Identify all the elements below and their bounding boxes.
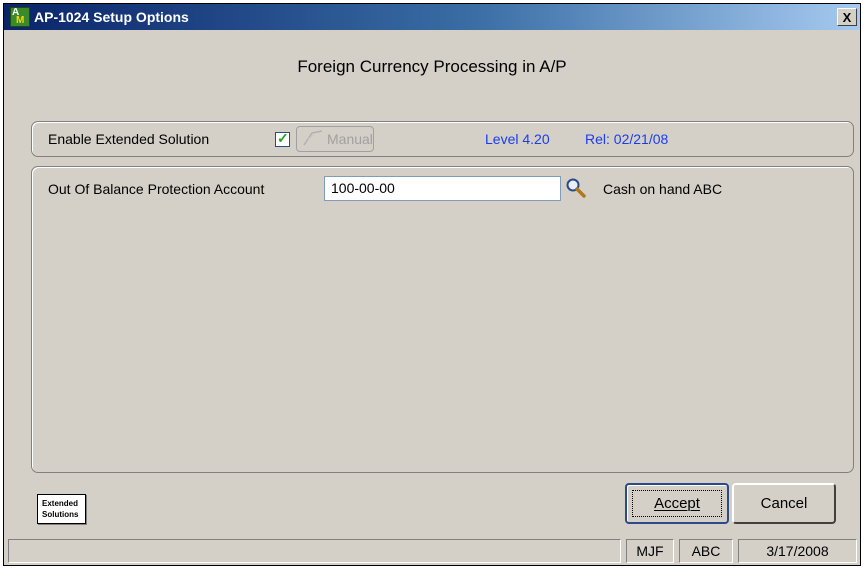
accept-button[interactable]: Accept	[625, 483, 729, 524]
close-button[interactable]: X	[837, 8, 857, 26]
setup-options-window: AM AP-1024 Setup Options X Foreign Curre…	[3, 3, 861, 566]
oob-account-label: Out Of Balance Protection Account	[48, 181, 265, 197]
status-bar: MJF ABC 3/17/2008	[4, 537, 860, 565]
checkmark-icon: ✓	[277, 130, 289, 146]
status-message	[8, 539, 621, 563]
page-heading: Foreign Currency Processing in A/P	[297, 57, 567, 76]
app-icon[interactable]: AM	[10, 7, 30, 27]
options-group: Enable Extended Solution ✓ Manual Level …	[31, 121, 854, 157]
manual-label: Manual	[327, 131, 373, 147]
magnifier-icon[interactable]	[565, 177, 587, 204]
cancel-label: Cancel	[760, 495, 808, 512]
enable-extended-label: Enable Extended Solution	[48, 131, 210, 147]
title-bar[interactable]: AM AP-1024 Setup Options X	[4, 4, 860, 30]
window-title: AP-1024 Setup Options	[34, 9, 189, 25]
status-company: ABC	[679, 539, 733, 563]
cancel-button[interactable]: Cancel	[732, 483, 836, 524]
status-user: MJF	[626, 539, 674, 563]
account-description: Cash on hand ABC	[603, 181, 723, 197]
extended-solutions-logo: Extended Solutions	[37, 494, 86, 524]
manual-icon	[302, 129, 324, 150]
level-text: Level 4.20	[485, 131, 550, 147]
oob-account-input[interactable]: 100-00-00	[324, 176, 561, 201]
enable-extended-checkbox[interactable]: ✓	[275, 130, 290, 147]
close-icon: X	[842, 10, 852, 25]
status-date: 3/17/2008	[738, 539, 857, 563]
manual-button[interactable]: Manual	[296, 126, 374, 152]
account-group: Out Of Balance Protection Account 100-00…	[31, 166, 854, 473]
release-text: Rel: 02/21/08	[585, 131, 669, 147]
